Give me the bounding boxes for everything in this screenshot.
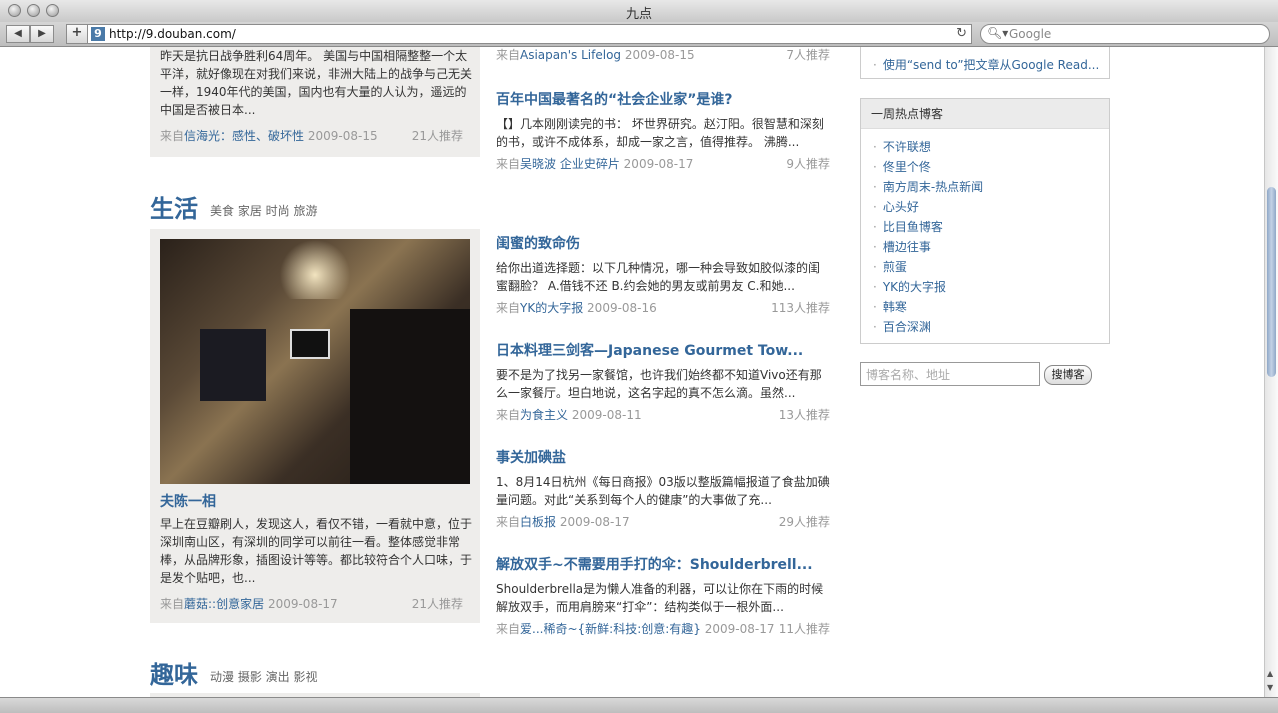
list-item: 解放双手~不需要用手打的伞：Shoulderbrell... Shoulderb… — [496, 557, 830, 636]
page-content: 昨天是抗日战争胜利64周年。 美国与中国相隔整整一个太平洋，就好像现在对我们来说… — [0, 47, 1264, 697]
hot-blog-link[interactable]: 佟里个佟 — [883, 160, 931, 174]
hot-blog-link[interactable]: 韩寒 — [883, 300, 907, 314]
site-favicon-icon: 9 — [91, 27, 105, 41]
post-source-link[interactable]: 信海光：感性、破坏性 — [184, 129, 304, 143]
post-recs: 9人推荐 — [786, 157, 830, 171]
post-date: 2009-08-16 — [587, 301, 657, 315]
scrollbar-thumb[interactable] — [1267, 187, 1276, 377]
hot-blogs-title: 一周热点博客 — [861, 99, 1109, 129]
post-snippet: 要不是为了找另一家餐馆，也许我们始终都不知道Vivo还有那么一家餐厅。坦白地说，… — [496, 368, 822, 400]
section-subtitle-life: 美食 家居 时尚 旅游 — [210, 204, 318, 218]
post-snippet: 昨天是抗日战争胜利64周年。 美国与中国相隔整整一个太平洋，就好像现在对我们来说… — [160, 49, 473, 117]
list-item: 事关加碘盐 1、8月14日杭州《每日商报》03版以整版篇幅报道了食盐加碘量问题。… — [496, 450, 830, 529]
post-date: 2009-08-17 — [559, 515, 630, 529]
post-date: 2009-08-15 — [624, 48, 695, 62]
post-snippet: 早上在豆瓣刷人，发现这人，看仅不错，一看就中意，位于深圳南山区，有深圳的同学可以… — [160, 517, 473, 585]
hot-blog-link[interactable]: YK的大字报 — [883, 280, 946, 294]
sidebar-tips-box: · 使用“send to”把文章从Google Read... — [860, 47, 1110, 79]
post-recs: 13人推荐 — [778, 408, 830, 422]
search-icon: 🔍︎▾ — [987, 26, 1009, 40]
post-snippet: Shoulderbrella是为懒人准备的利器，可以让你在下雨的时候解放双手，而… — [496, 582, 824, 614]
list-item: 日本料理三剑客—Japanese Gourmet Tow... 要不是为了找另一… — [496, 343, 830, 422]
scroll-up-arrow-icon[interactable]: ▲ — [1267, 669, 1273, 678]
back-button[interactable]: ◀ — [6, 25, 30, 43]
post-recs: 21人推荐 — [411, 597, 463, 611]
url-text: http://9.douban.com/ — [109, 27, 236, 41]
post-source-link[interactable]: 爱...稀奇~{新鲜:科技:创意:有趣} — [520, 622, 701, 636]
post-date: 2009-08-17 — [623, 157, 694, 171]
wall-board-shape — [200, 329, 266, 401]
hot-blog-link[interactable]: 比目鱼博客 — [883, 220, 943, 234]
post-recs: 29人推荐 — [778, 515, 830, 529]
shelf-shape — [350, 309, 470, 484]
section-subtitle-fun: 动漫 摄影 演出 影视 — [210, 670, 318, 684]
vertical-scrollbar[interactable]: ▲ ▼ — [1264, 47, 1278, 697]
hot-blog-link[interactable]: 心头好 — [883, 200, 919, 214]
blog-search-input[interactable]: 博客名称、地址 — [860, 362, 1040, 386]
list-item: 来自Asiapan's Lifelog 2009-08-15 7人推荐 — [496, 48, 830, 62]
post-title-link[interactable]: 解放双手~不需要用手打的伞：Shoulderbrell... — [496, 557, 813, 573]
post-title-link[interactable]: 夫陈一相 — [160, 491, 216, 511]
search-field[interactable]: 🔍︎▾ Google — [980, 24, 1270, 44]
plus-icon: + — [71, 25, 83, 40]
hot-blogs-box: 一周热点博客 · 不许联想 · 佟里个佟 · 南方周末-热点新闻 · 心头好 · 比目鱼博… — [860, 98, 1110, 344]
list-item: 百年中国最著名的“社会企业家”是谁? 【】几本刚刚读完的书： 坏世界研究。赵汀阳… — [496, 92, 830, 171]
add-bookmark-button[interactable]: + — [66, 24, 88, 44]
post-source-link[interactable]: Asiapan's Lifelog — [520, 48, 621, 62]
post-source-link[interactable]: 白板报 — [520, 515, 556, 529]
post-source-link[interactable]: YK的大字报 — [520, 301, 583, 315]
picture-frame-shape — [290, 329, 330, 359]
sidebar-tip-link[interactable]: 使用“send to”把文章从Google Read... — [883, 58, 1099, 72]
lamp-glow-shape — [280, 239, 350, 299]
blog-search-button[interactable]: 搜博客 — [1044, 365, 1092, 385]
post-recs: 7人推荐 — [786, 48, 830, 62]
window-title: 九点 — [625, 7, 652, 22]
featured-photo[interactable] — [160, 239, 470, 484]
featured-post-box: 夫陈一相 早上在豆瓣刷人，发现这人，看仅不错，一看就中意，位于深圳南山区，有深圳… — [150, 229, 480, 623]
hot-blog-link[interactable]: 不许联想 — [883, 140, 931, 154]
post-date: 2009-08-11 — [571, 408, 642, 422]
hot-blog-link[interactable]: 煎蛋 — [883, 260, 907, 274]
hot-blog-link[interactable]: 南方周末-热点新闻 — [883, 180, 983, 194]
post-title-link[interactable]: 日本料理三剑客—Japanese Gourmet Tow... — [496, 343, 803, 359]
post-snippet: 给你出道选择题：以下几种情况，哪一种会导致如胶似漆的闺蜜翻脸？ A.借钱不还 B… — [496, 261, 821, 293]
reload-icon[interactable]: ↻ — [956, 26, 967, 41]
post-source-link[interactable]: 吴晓波 企业史碎片 — [520, 157, 620, 171]
post-source-link[interactable]: 蘑菇::创意家居 — [184, 597, 264, 611]
section-title-life[interactable]: 生活 — [150, 189, 198, 224]
scroll-down-arrow-icon[interactable]: ▼ — [1267, 683, 1273, 692]
window-bottom-bar — [0, 697, 1278, 713]
address-bar[interactable]: + 9 http://9.douban.com/ ↻ — [66, 24, 972, 44]
post-recs: 21人推荐 — [411, 129, 463, 143]
hot-blog-link[interactable]: 槽边往事 — [883, 240, 931, 254]
post-title-link[interactable]: 闺蜜的致命伤 — [496, 236, 580, 252]
post-snippet: 【】几本刚刚读完的书： 坏世界研究。赵汀阳。很智慧和深刻的书，或许不成体系，却成… — [496, 117, 824, 149]
post-date: 2009-08-15 — [307, 129, 378, 143]
post-snippet: 1、8月14日杭州《每日商报》03版以整版篇幅报道了食盐加碘量问题。对此“关系到… — [496, 475, 830, 507]
search-placeholder: Google — [1009, 27, 1052, 41]
featured-post-box: 昨天是抗日战争胜利64周年。 美国与中国相隔整整一个太平洋，就好像现在对我们来说… — [150, 47, 480, 157]
list-item: 闺蜜的致命伤 给你出道选择题：以下几种情况，哪一种会导致如胶似漆的闺蜜翻脸？ A… — [496, 236, 830, 315]
post-source-link[interactable]: 为食主义 — [520, 408, 568, 422]
post-recs: 11人推荐 — [778, 622, 830, 636]
post-recs: 113人推荐 — [771, 301, 830, 315]
back-arrow-icon: ◀ — [14, 28, 22, 39]
section-title-fun[interactable]: 趣味 — [150, 655, 198, 690]
window-titlebar: 九点 — [0, 0, 1278, 23]
post-title-link[interactable]: 事关加碘盐 — [496, 450, 566, 466]
post-date: 2009-08-17 — [267, 597, 338, 611]
browser-toolbar: ◀ ▶ + 9 http://9.douban.com/ ↻ 🔍︎▾ Googl… — [0, 22, 1278, 47]
post-title-link[interactable]: 百年中国最著名的“社会企业家”是谁? — [496, 92, 733, 108]
post-date: 2009-08-17 — [704, 622, 775, 636]
forward-arrow-icon: ▶ — [38, 28, 46, 39]
forward-button[interactable]: ▶ — [30, 25, 54, 43]
hot-blog-link[interactable]: 百合深渊 — [883, 320, 931, 334]
